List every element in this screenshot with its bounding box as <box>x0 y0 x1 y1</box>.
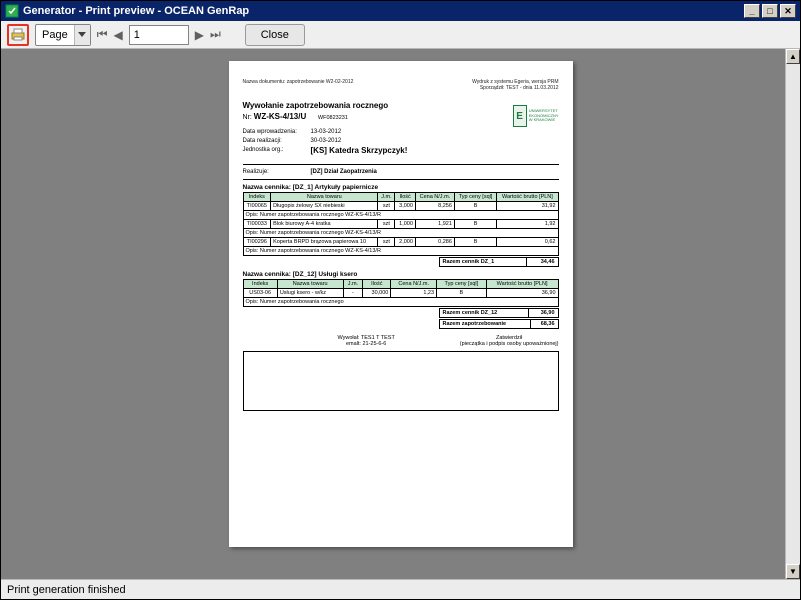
close-preview-button[interactable]: Close <box>245 24 305 46</box>
dropdown-arrow-icon[interactable] <box>74 25 90 45</box>
table-row: TI00065Długopis żelowy SX niebieskiszt3,… <box>243 201 558 210</box>
page-scale-label: Page <box>36 29 74 41</box>
status-text: Print generation finished <box>7 584 126 596</box>
doc-hdr-right: Wydruk z systemu Egeria, wersja PRM Spor… <box>472 79 558 91</box>
minimize-button[interactable]: _ <box>744 4 760 18</box>
section1-table: Indeks Nazwa towaru J.m. Ilość Cena N/J.… <box>243 192 559 256</box>
print-button[interactable] <box>7 24 29 46</box>
app-window: Generator - Print preview - OCEAN GenRap… <box>0 0 801 600</box>
table-row: TI00296Koperta BRPD brązowa papierowa 10… <box>243 237 558 246</box>
page-number-input[interactable] <box>129 25 189 45</box>
window-title: Generator - Print preview - OCEAN GenRap <box>23 5 744 17</box>
section1-title: Nazwa cennika: [DZ_1] Artykuły papiernic… <box>243 184 559 191</box>
preview-area: Nazwa dokumentu: zapotrzebowanie W2-02-2… <box>1 49 800 579</box>
table-row: US03-06Usługi ksero - w/kz-30,0001,23B36… <box>243 288 558 297</box>
last-page-button[interactable]: ⏭ <box>210 27 221 42</box>
page-scale-select[interactable]: Page <box>35 24 91 46</box>
vertical-scrollbar[interactable]: ▲ ▼ <box>785 49 800 579</box>
maximize-button[interactable]: □ <box>762 4 778 18</box>
app-icon <box>5 4 19 18</box>
doc-title-block: Wywołanie zapotrzebowania rocznego Nr: W… <box>243 97 559 165</box>
status-bar: Print generation finished <box>1 579 800 599</box>
next-page-button[interactable]: ▶ <box>195 28 204 42</box>
title-bar: Generator - Print preview - OCEAN GenRap… <box>1 1 800 21</box>
first-page-button[interactable]: ⏮ <box>97 27 108 42</box>
logo-text: UNIWERSYTETEKONOMICZNYW KRAKOWIE <box>529 109 559 122</box>
scroll-down-icon[interactable]: ▼ <box>786 564 800 579</box>
section2-table: IndeksNazwa towaruJ.m.IlośćCena N/J.m.Ty… <box>243 279 559 307</box>
document-page: Nazwa dokumentu: zapotrzebowanie W2-02-2… <box>229 61 573 547</box>
scroll-up-icon[interactable]: ▲ <box>786 49 800 64</box>
toolbar: Page ⏮ ◀ ▶ ⏭ Close <box>1 21 800 49</box>
window-controls: _ □ ✕ <box>744 4 796 18</box>
table-row: TI00033Blok biurowy A-4 kratkaszt1,0001,… <box>243 219 558 228</box>
doc-hdr-left: Nazwa dokumentu: zapotrzebowanie W2-02-2… <box>243 79 354 91</box>
sign-block: Wywołał: TES1 T TEST emalt: 21-25-6-6 Za… <box>243 335 559 347</box>
logo-icon: E <box>513 105 527 127</box>
signature-box <box>243 351 559 411</box>
doc-title: Wywołanie zapotrzebowania rocznego <box>243 101 389 110</box>
close-window-button[interactable]: ✕ <box>780 4 796 18</box>
prev-page-button[interactable]: ◀ <box>114 28 123 42</box>
logo: E UNIWERSYTETEKONOMICZNYW KRAKOWIE <box>513 101 559 131</box>
section2-title: Nazwa cennika: [DZ_12] Usługi ksero <box>243 271 559 278</box>
